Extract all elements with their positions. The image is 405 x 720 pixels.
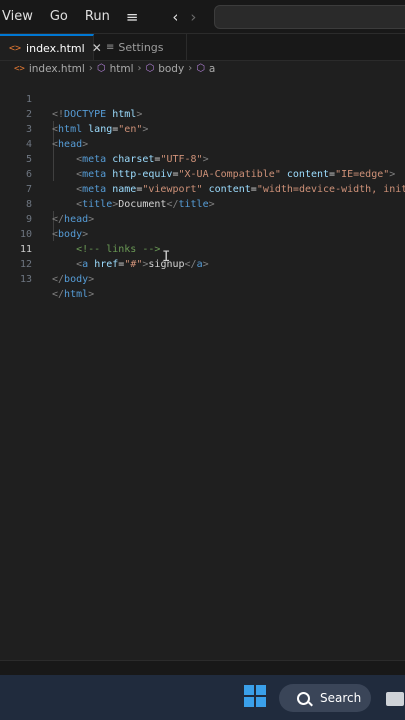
- task-view-icon[interactable]: [386, 692, 404, 706]
- code-line: 7 <title>Document</title>: [0, 167, 405, 210]
- command-center-search[interactable]: [214, 5, 405, 29]
- line-number: 13: [19, 274, 32, 285]
- code-line: 5 <meta http-equiv="X-UA-Compatible" con…: [0, 137, 405, 180]
- breadcrumb-item-html[interactable]: html: [110, 63, 134, 75]
- editor-tab-bar: <> index.html ✕ ≡ Settings: [0, 34, 405, 61]
- menu-bar: View Go Run ≡ ‹ ›: [0, 0, 405, 34]
- chevron-right-icon[interactable]: ›: [190, 8, 196, 26]
- code-line-current: 11 <a href="#">signup</a>: [0, 227, 405, 270]
- code-line: 3 <head>: [0, 107, 405, 150]
- menu-go[interactable]: Go: [50, 9, 68, 24]
- breadcrumb: <> index.html › ⬡ html › ⬡ body › ⬡ a: [0, 60, 405, 77]
- tab-settings[interactable]: ≡ Settings: [96, 34, 187, 60]
- tab-label: index.html: [26, 41, 85, 55]
- html-file-icon: <>: [14, 63, 25, 74]
- code-line: 1 <!DOCTYPE html>: [0, 77, 405, 120]
- menu-view[interactable]: View: [2, 9, 33, 24]
- chevron-left-icon[interactable]: ‹: [172, 8, 178, 26]
- symbol-element-icon: ⬡: [96, 63, 106, 74]
- panel-edge: [0, 660, 405, 675]
- code-line: 8 </head>: [0, 182, 405, 225]
- line-content: </html>: [52, 289, 95, 300]
- symbol-element-icon: ⬡: [196, 63, 205, 74]
- code-line: 6 <meta name="viewport" content="width=d…: [0, 152, 405, 195]
- taskbar: Search: [0, 675, 405, 720]
- chevron-right-icon: ›: [188, 63, 193, 74]
- windows-start-icon[interactable]: [244, 685, 266, 707]
- code-line: 2 <html lang="en">: [0, 92, 405, 135]
- code-editor[interactable]: 1 <!DOCTYPE html> 2 <html lang="en"> 3 <…: [0, 77, 405, 662]
- breadcrumb-item-file[interactable]: index.html: [29, 63, 85, 75]
- code-line: 9 <body>: [0, 197, 405, 240]
- tab-label: Settings: [118, 40, 164, 54]
- breadcrumb-item-body[interactable]: body: [158, 63, 184, 75]
- code-line: 13 </html>: [0, 257, 405, 300]
- chevron-right-icon: ›: [137, 63, 142, 74]
- code-line: 4 <meta charset="UTF-8">: [0, 122, 405, 165]
- text-cursor-icon: I: [162, 249, 171, 265]
- code-line: 10 <!-- links -->: [0, 212, 405, 255]
- hamburger-menu-icon[interactable]: ≡: [126, 8, 139, 26]
- search-icon: [297, 691, 310, 705]
- chevron-right-icon: ›: [88, 63, 93, 74]
- code-line: 12 </body>: [0, 242, 405, 285]
- line-content: </body>: [52, 274, 95, 285]
- menu-run[interactable]: Run: [85, 9, 110, 24]
- taskbar-search-button[interactable]: Search: [279, 684, 371, 712]
- tab-index-html[interactable]: <> index.html ✕: [0, 34, 102, 60]
- symbol-element-icon: ⬡: [145, 63, 155, 74]
- breadcrumb-item-a[interactable]: a: [209, 63, 215, 75]
- search-label: Search: [320, 691, 362, 705]
- html-file-icon: <>: [9, 42, 22, 54]
- settings-icon: ≡: [106, 41, 115, 53]
